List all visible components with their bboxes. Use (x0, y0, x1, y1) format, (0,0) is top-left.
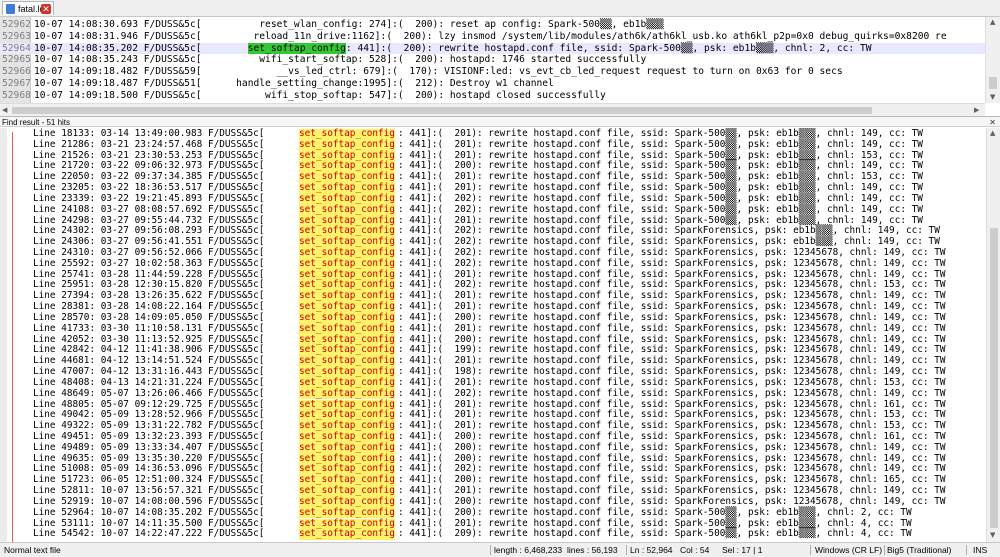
editor-line[interactable]: 52965 10-07 14:08:35.243 F/DUSS&5c[ wifi_… (0, 54, 985, 66)
scrollbar-thumb[interactable] (12, 107, 872, 114)
result-prefix: Line 49489: 05-09 13:33:34.407 F/DUSS&5c… (33, 441, 265, 453)
line-number: 52964 (2, 42, 31, 54)
line-text: 10-07 14:09:18.482 F/DUSS&59[ __vs_led_c… (34, 66, 843, 78)
editor-vertical-scrollbar[interactable]: ▲ ▼ (985, 17, 1000, 103)
scrollbar-thumb[interactable] (989, 77, 997, 89)
result-row[interactable]: Line 49489: 05-09 13:33:34.407 F/DUSS&5c… (0, 441, 986, 454)
find-results-panel[interactable]: Line 18133: 03-14 13:49:00.983 F/DUSS&5c… (0, 128, 986, 542)
editor-line[interactable]: 52964 10-07 14:08:35.202 F/DUSS&5c[ set_s… (0, 42, 985, 55)
result-prefix: Line 41733: 03-30 11:10:58.131 F/DUSS&5c… (33, 322, 265, 334)
line-number: 52965 (2, 54, 31, 66)
status-selection: Sel : 17 | 1 (722, 545, 763, 555)
result-text: : 441]:( 202): rewrite hostapd.conf file… (398, 257, 946, 269)
line-text: 10-07 14:08:35.202 F/DUSS&5c[ set_softap… (34, 42, 872, 55)
result-prefix: Line 25592: 03-27 10:02:58.363 F/DUSS&5c… (33, 257, 265, 269)
tab-bar: fatal.log ✕ (0, 0, 1000, 17)
editor-line[interactable]: 52967 10-07 14:09:18.487 F/DUSS&51[ handl… (0, 78, 985, 90)
line-text: 10-07 14:08:31.946 F/DUSS&5c[ reload_11n… (34, 30, 947, 42)
result-row[interactable]: Line 25592: 03-27 10:02:58.363 F/DUSS&5c… (0, 257, 986, 270)
editor-horizontal-scrollbar[interactable]: ◀ ▶ (0, 103, 985, 117)
scrollbar-thumb[interactable] (990, 228, 998, 528)
status-encoding[interactable]: Big5 (Traditional) (887, 543, 951, 557)
result-row[interactable]: Line 21286: 03-21 23:24:57.468 F/DUSS&5c… (0, 138, 986, 151)
result-row[interactable]: Line 24108: 03-27 08:08:57.692 F/DUSS&5c… (0, 203, 986, 216)
result-text: : 441]:( 202): rewrite hostapd.conf file… (398, 203, 923, 215)
close-icon[interactable]: ✕ (41, 4, 51, 14)
status-length: length : 6,468,233 (494, 545, 563, 555)
editor-line[interactable]: 52963 10-07 14:08:31.946 F/DUSS&5c[ reloa… (0, 31, 985, 43)
status-lines: lines : 56,193 (567, 545, 618, 555)
result-prefix: Line 48649: 05-07 13:26:06.466 F/DUSS&5c… (33, 387, 265, 399)
line-number: 52966 (2, 66, 31, 78)
file-icon (6, 4, 15, 14)
line-text: 10-07 14:09:18.500 F/DUSS&5c[ wifi_stop_… (34, 89, 606, 101)
line-text-after: : 441]:( 200): rewrite hostapd.conf file… (345, 42, 872, 54)
status-eol[interactable]: Windows (CR LF) (815, 543, 882, 557)
result-text: : 441]:( 200): rewrite hostapd.conf file… (398, 441, 946, 453)
result-match: set_softap_config (299, 528, 395, 541)
line-text: 10-07 14:09:18.487 F/DUSS&51[ handle_set… (34, 78, 554, 89)
result-row[interactable]: Line 52964: 10-07 14:08:35.202 F/DUSS&5c… (0, 506, 986, 519)
status-bar: Normal text file length : 6,468,233 line… (0, 542, 1000, 557)
result-match: set_softap_config (299, 138, 395, 151)
result-match: set_softap_config (299, 506, 395, 519)
result-prefix: Line 24108: 03-27 08:08:57.692 F/DUSS&5c… (33, 203, 265, 215)
find-result-header: Find result - 51 hits ✕ (0, 116, 1000, 127)
result-prefix: Line 21286: 03-21 23:24:57.468 F/DUSS&5c… (33, 138, 265, 150)
scroll-up-icon[interactable]: ▲ (990, 18, 995, 27)
scroll-right-icon[interactable]: ▶ (974, 106, 979, 115)
status-column: Col : 54 (680, 545, 710, 555)
result-text: : 441]:( 200): rewrite hostapd.conf file… (398, 506, 912, 518)
result-match: set_softap_config (299, 387, 395, 400)
line-number: 52962 (2, 19, 31, 30)
result-text: : 441]:( 201): rewrite hostapd.conf file… (398, 138, 923, 150)
scroll-left-icon[interactable]: ◀ (2, 106, 7, 115)
status-insert-mode[interactable]: INS (973, 543, 987, 557)
line-number: 52967 (2, 78, 31, 89)
results-vertical-scrollbar[interactable]: ▲ ▼ (986, 128, 1000, 542)
editor-line[interactable]: 52968 10-07 14:09:18.500 F/DUSS&5c[ wifi_… (0, 90, 985, 102)
result-text: : 441]:( 209): rewrite hostapd.conf file… (398, 528, 912, 540)
result-text: : 441]:( 201): rewrite hostapd.conf file… (398, 322, 946, 334)
scroll-up-icon[interactable]: ▲ (990, 129, 995, 138)
line-number: 52963 (2, 30, 31, 42)
line-text: 10-07 14:08:35.243 F/DUSS&5c[ wifi_start… (34, 54, 647, 66)
result-match: set_softap_config (299, 203, 395, 216)
line-text-before: 10-07 14:08:35.202 F/DUSS&5c[ (34, 42, 248, 54)
close-icon[interactable]: ✕ (989, 117, 996, 128)
editor-pane[interactable]: 52962 10-07 14:08:30.693 F/DUSS&5c[ reset… (0, 17, 985, 103)
result-prefix: Line 54542: 10-07 14:22:47.222 F/DUSS&5c… (33, 528, 265, 540)
scroll-down-icon[interactable]: ▼ (990, 93, 995, 102)
status-line-number: Ln : 52,964 (630, 545, 673, 555)
line-number: 52968 (2, 89, 31, 101)
editor-line[interactable]: 52966 10-07 14:09:18.482 F/DUSS&59[ __vs_… (0, 66, 985, 78)
result-match: set_softap_config (299, 257, 395, 270)
result-row[interactable]: Line 48649: 05-07 13:26:06.466 F/DUSS&5c… (0, 387, 986, 400)
line-text: 10-07 14:08:30.693 F/DUSS&5c[ reset_wlan… (34, 19, 664, 30)
selected-match: set_softap_config (247, 42, 346, 54)
status-file-type: Normal text file (4, 545, 61, 555)
result-prefix: Line 52964: 10-07 14:08:35.202 F/DUSS&5c… (33, 506, 265, 518)
result-row[interactable]: Line 41733: 03-30 11:10:58.131 F/DUSS&5c… (0, 322, 986, 335)
result-text: : 441]:( 202): rewrite hostapd.conf file… (398, 387, 946, 399)
result-row[interactable]: Line 54542: 10-07 14:22:47.222 F/DUSS&5c… (0, 528, 986, 541)
scroll-down-icon[interactable]: ▼ (990, 531, 995, 540)
find-result-title: Find result - 51 hits (2, 118, 71, 127)
tab-fatal-log[interactable]: fatal.log ✕ (2, 1, 54, 15)
result-match: set_softap_config (299, 441, 395, 454)
editor-line[interactable]: 52962 10-07 14:08:30.693 F/DUSS&5c[ reset… (0, 19, 985, 31)
result-match: set_softap_config (299, 322, 395, 335)
